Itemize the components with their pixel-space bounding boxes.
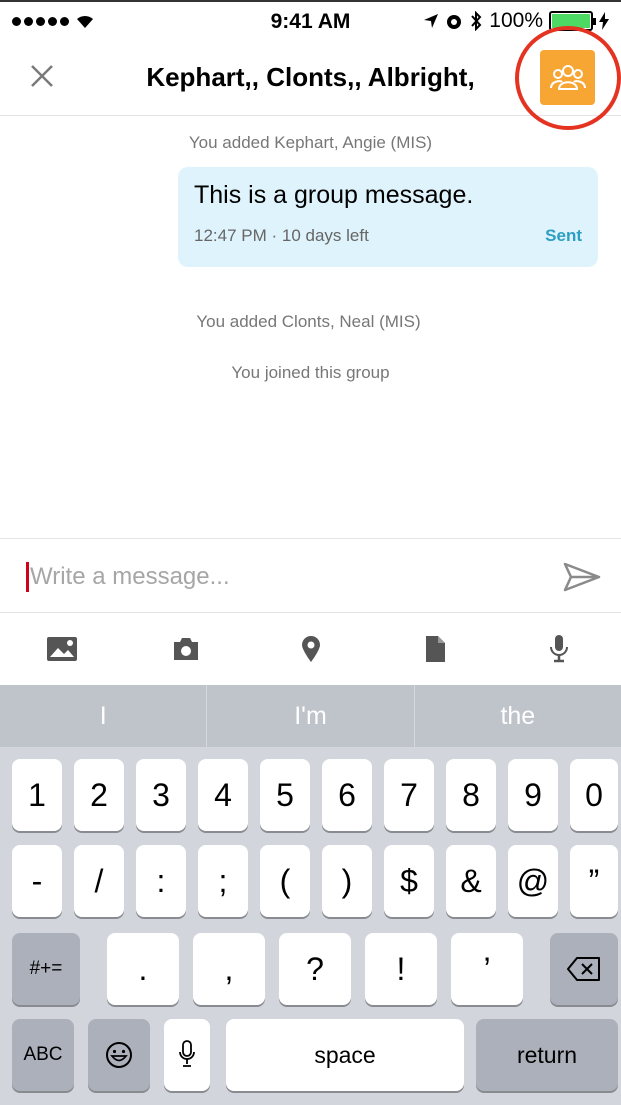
- wifi-icon: [77, 15, 93, 28]
- key[interactable]: 2: [74, 759, 124, 831]
- alarm-icon: [447, 15, 462, 29]
- status-bar: 9:41 AM 100%: [0, 0, 621, 40]
- dictation-key[interactable]: [164, 1019, 210, 1091]
- microphone-icon: [549, 635, 568, 663]
- attach-document-button[interactable]: [373, 613, 497, 685]
- emoji-key[interactable]: [88, 1019, 150, 1091]
- send-button[interactable]: [562, 561, 602, 593]
- abc-key[interactable]: ABC: [12, 1019, 74, 1091]
- key[interactable]: /: [74, 845, 124, 917]
- key[interactable]: !: [365, 933, 437, 1005]
- message-list[interactable]: You added Kephart, Angie (MIS) This is a…: [0, 117, 621, 538]
- keyboard: I I'm the 1 2 3 4 5 6 7 8 9 0 - / : ; ( …: [0, 685, 621, 1105]
- key[interactable]: 7: [384, 759, 434, 831]
- battery-percent: 100%: [489, 9, 543, 32]
- system-message: You added Kephart, Angie (MIS): [188, 133, 433, 152]
- attach-image-button[interactable]: [0, 613, 124, 685]
- microphone-icon: [179, 1040, 195, 1067]
- key[interactable]: 1: [12, 759, 62, 831]
- text-cursor: [26, 562, 29, 592]
- close-button[interactable]: [20, 54, 64, 98]
- suggestion-bar: I I'm the: [0, 685, 621, 747]
- suggestion-item[interactable]: the: [415, 685, 621, 747]
- key[interactable]: 4: [198, 759, 248, 831]
- key[interactable]: ,: [193, 933, 265, 1005]
- location-pin-icon: [301, 636, 320, 662]
- message-timestamp: 12:47 PM · 10 days left: [194, 226, 369, 245]
- message-input[interactable]: [30, 557, 530, 597]
- key[interactable]: :: [136, 845, 186, 917]
- key[interactable]: ”: [570, 845, 618, 917]
- key[interactable]: $: [384, 845, 434, 917]
- key[interactable]: ): [322, 845, 372, 917]
- message-composer: [0, 538, 621, 613]
- suggestion-item[interactable]: I'm: [207, 685, 415, 747]
- key[interactable]: 0: [570, 759, 618, 831]
- camera-icon: [174, 638, 199, 660]
- return-key[interactable]: return: [476, 1019, 618, 1091]
- key[interactable]: 5: [260, 759, 310, 831]
- key[interactable]: 3: [136, 759, 186, 831]
- group-members-icon: [549, 64, 586, 90]
- conversation-header: Kephart,, Clonts,, Albright,: [0, 26, 621, 130]
- signal-strength-icon: [12, 16, 69, 26]
- backspace-icon: [567, 957, 600, 981]
- key[interactable]: .: [107, 933, 179, 1005]
- charging-icon: [599, 12, 609, 30]
- key[interactable]: 8: [446, 759, 496, 831]
- location-arrow-icon: [424, 14, 439, 28]
- message-status: Sent: [545, 226, 582, 245]
- bluetooth-icon: [471, 11, 482, 31]
- key[interactable]: -: [12, 845, 62, 917]
- close-icon: [31, 65, 53, 87]
- key[interactable]: &: [446, 845, 496, 917]
- attach-location-button[interactable]: [248, 613, 372, 685]
- key[interactable]: ;: [198, 845, 248, 917]
- suggestion-item[interactable]: I: [0, 685, 208, 747]
- conversation-title: Kephart,, Clonts,, Albright,: [146, 62, 475, 92]
- message-bubble[interactable]: This is a group message. 12:47 PM · 10 d…: [178, 167, 598, 267]
- group-members-button[interactable]: [540, 50, 595, 105]
- send-icon: [563, 562, 601, 592]
- document-icon: [425, 636, 445, 662]
- backspace-key[interactable]: [550, 933, 618, 1005]
- attach-voice-button[interactable]: [497, 613, 621, 685]
- emoji-icon: [106, 1042, 132, 1068]
- image-icon: [47, 637, 78, 661]
- key[interactable]: (: [260, 845, 310, 917]
- key[interactable]: ’: [451, 933, 523, 1005]
- space-key[interactable]: space: [226, 1019, 464, 1091]
- key[interactable]: 9: [508, 759, 558, 831]
- key[interactable]: ?: [279, 933, 351, 1005]
- attachment-toolbar: [0, 613, 621, 685]
- key[interactable]: 6: [322, 759, 372, 831]
- attach-camera-button[interactable]: [124, 613, 248, 685]
- system-message: You joined this group: [231, 363, 390, 382]
- system-message: You added Clonts, Neal (MIS): [196, 312, 421, 331]
- symbols-key[interactable]: #+=: [12, 933, 80, 1005]
- key[interactable]: @: [508, 845, 558, 917]
- message-text: This is a group message.: [194, 181, 474, 209]
